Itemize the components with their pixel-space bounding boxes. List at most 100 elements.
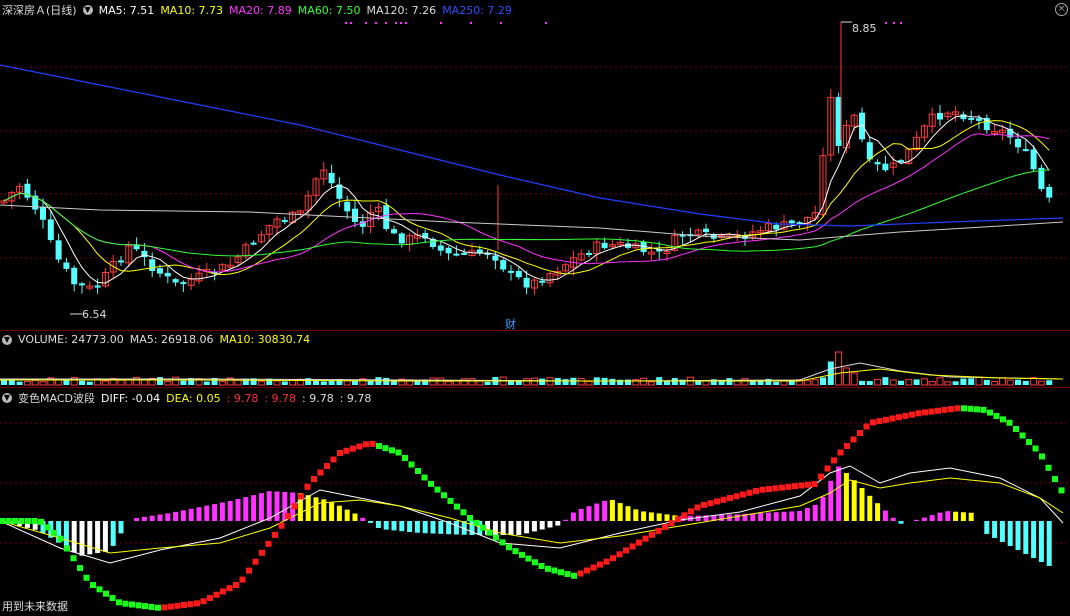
ma20-readout: MA20: 7.89 bbox=[229, 3, 292, 17]
macd-wave-marker bbox=[389, 447, 395, 454]
volume-bar bbox=[1046, 380, 1053, 385]
macd-histogram-bar bbox=[578, 508, 584, 521]
macd-wave-marker bbox=[356, 443, 363, 450]
macd-wave-marker bbox=[122, 600, 129, 607]
collapse-icon[interactable]: ▼ bbox=[82, 5, 93, 15]
macd-wave-marker bbox=[1045, 464, 1052, 471]
macd-wave-marker bbox=[694, 504, 701, 511]
marker-dot bbox=[500, 22, 502, 24]
macd-histogram-bar bbox=[344, 509, 350, 521]
macd-histogram-bar bbox=[875, 503, 881, 521]
candle-down bbox=[1046, 187, 1053, 198]
volume-bar bbox=[539, 378, 546, 385]
macd-wave-marker bbox=[662, 524, 668, 530]
macd-wave-marker bbox=[922, 409, 928, 416]
macd-histogram-bar bbox=[352, 513, 358, 521]
macd-wave-marker bbox=[532, 559, 538, 566]
macd-wave-marker bbox=[759, 486, 766, 493]
volume-bar bbox=[835, 351, 843, 386]
macd-histogram-bar bbox=[929, 515, 935, 521]
candle-down bbox=[1030, 149, 1037, 170]
volume-bar bbox=[882, 377, 889, 385]
ma10-line bbox=[3, 120, 1050, 276]
candle-down bbox=[476, 249, 483, 253]
volume-bar bbox=[859, 380, 865, 385]
macd-wave-marker bbox=[954, 405, 961, 412]
macd-wave-marker bbox=[499, 539, 506, 546]
macd-histogram-bar bbox=[235, 499, 241, 521]
macd-histogram-bar bbox=[399, 521, 405, 532]
candlestick-chart[interactable] bbox=[0, 0, 1070, 330]
candle-down bbox=[968, 117, 975, 120]
macd-histogram-bar bbox=[266, 491, 272, 521]
volume-bar bbox=[1, 380, 7, 385]
macd-title: 变色MACD波段 bbox=[18, 392, 95, 405]
candle-down bbox=[47, 219, 54, 241]
macd-wave-marker bbox=[811, 481, 818, 488]
candle-down bbox=[976, 118, 982, 121]
candle-down bbox=[461, 252, 468, 255]
macd-wave-marker bbox=[870, 419, 876, 426]
volume-bar bbox=[172, 376, 180, 386]
macd-wave-marker bbox=[174, 602, 181, 609]
volume-bar bbox=[79, 380, 85, 385]
marker-dot bbox=[545, 22, 547, 24]
volume-bar bbox=[484, 381, 491, 385]
macd-wave-marker bbox=[571, 572, 577, 579]
macd-histogram-bar bbox=[968, 512, 974, 521]
macd-histogram-bar bbox=[313, 497, 319, 521]
candle-down bbox=[94, 285, 101, 288]
diff-readout: DIFF: -0.04 bbox=[100, 391, 161, 405]
macd-wave-marker bbox=[538, 563, 545, 569]
macd-histogram-bar bbox=[118, 521, 124, 534]
candle-down bbox=[79, 283, 85, 286]
candle-down bbox=[328, 172, 335, 184]
macd-histogram-bar bbox=[430, 521, 436, 534]
macd-histogram-bar bbox=[1046, 521, 1052, 566]
volume-bar bbox=[437, 377, 445, 386]
macd-histogram-bar bbox=[594, 503, 600, 521]
macd-wave-marker bbox=[850, 436, 857, 443]
candle-down bbox=[250, 242, 257, 245]
macd-histogram-bar bbox=[391, 521, 397, 531]
volume-bar bbox=[726, 378, 733, 385]
volume-panel[interactable]: ▼ VOLUME: 24773.00 MA5: 26918.06 MA10: 3… bbox=[0, 331, 1070, 387]
macd-histogram-bar bbox=[1023, 521, 1029, 554]
macd-histogram-bar bbox=[633, 509, 639, 521]
macd-histogram-bar bbox=[368, 521, 374, 523]
macd-histogram-bar bbox=[492, 521, 498, 535]
macd-wave-marker bbox=[311, 476, 317, 482]
macd-histogram-bar bbox=[555, 521, 561, 526]
candle-down bbox=[157, 268, 163, 274]
macd-panel[interactable]: ▼ 变色MACD波段 DIFF: -0.04 DEA: 0.05 : 9.78 … bbox=[0, 388, 1070, 616]
macd-histogram-bar bbox=[539, 521, 545, 530]
macd-histogram-bar bbox=[438, 521, 444, 534]
macd-histogram-bar bbox=[625, 506, 631, 521]
macd-histogram-bar bbox=[836, 466, 842, 521]
candle-down bbox=[445, 247, 452, 254]
macd-histogram-bar bbox=[243, 497, 249, 521]
volume-bar bbox=[554, 378, 561, 385]
volume-bar bbox=[820, 377, 826, 385]
macd-histogram-bar bbox=[953, 511, 959, 521]
close-icon[interactable]: × bbox=[1055, 3, 1068, 16]
macd-wave-marker bbox=[831, 457, 837, 464]
macd-wave-marker bbox=[38, 518, 44, 525]
macd-wave-marker bbox=[701, 501, 707, 508]
volume-bar bbox=[343, 380, 351, 386]
macd-histogram-bar bbox=[1007, 521, 1013, 546]
price-panel[interactable]: 深深房Ａ(日线) ▼ MA5: 7.51 MA10: 7.73 MA20: 7.… bbox=[0, 0, 1070, 331]
collapse-icon[interactable]: ▼ bbox=[2, 393, 12, 403]
macd-wave-marker bbox=[350, 445, 356, 452]
volume-bar bbox=[609, 378, 616, 385]
macd-wave-marker bbox=[525, 555, 532, 562]
macd-chart[interactable] bbox=[0, 388, 1070, 616]
macd-wave-marker bbox=[948, 406, 954, 413]
macd-histogram-bar bbox=[773, 512, 779, 521]
macd-wave-marker bbox=[844, 443, 850, 449]
value-readout-1: : 9.78 bbox=[226, 391, 259, 405]
macd-histogram-bar bbox=[149, 515, 155, 521]
collapse-icon[interactable]: ▼ bbox=[2, 334, 12, 345]
macd-wave-marker bbox=[512, 548, 519, 555]
macd-wave-marker bbox=[935, 407, 941, 414]
